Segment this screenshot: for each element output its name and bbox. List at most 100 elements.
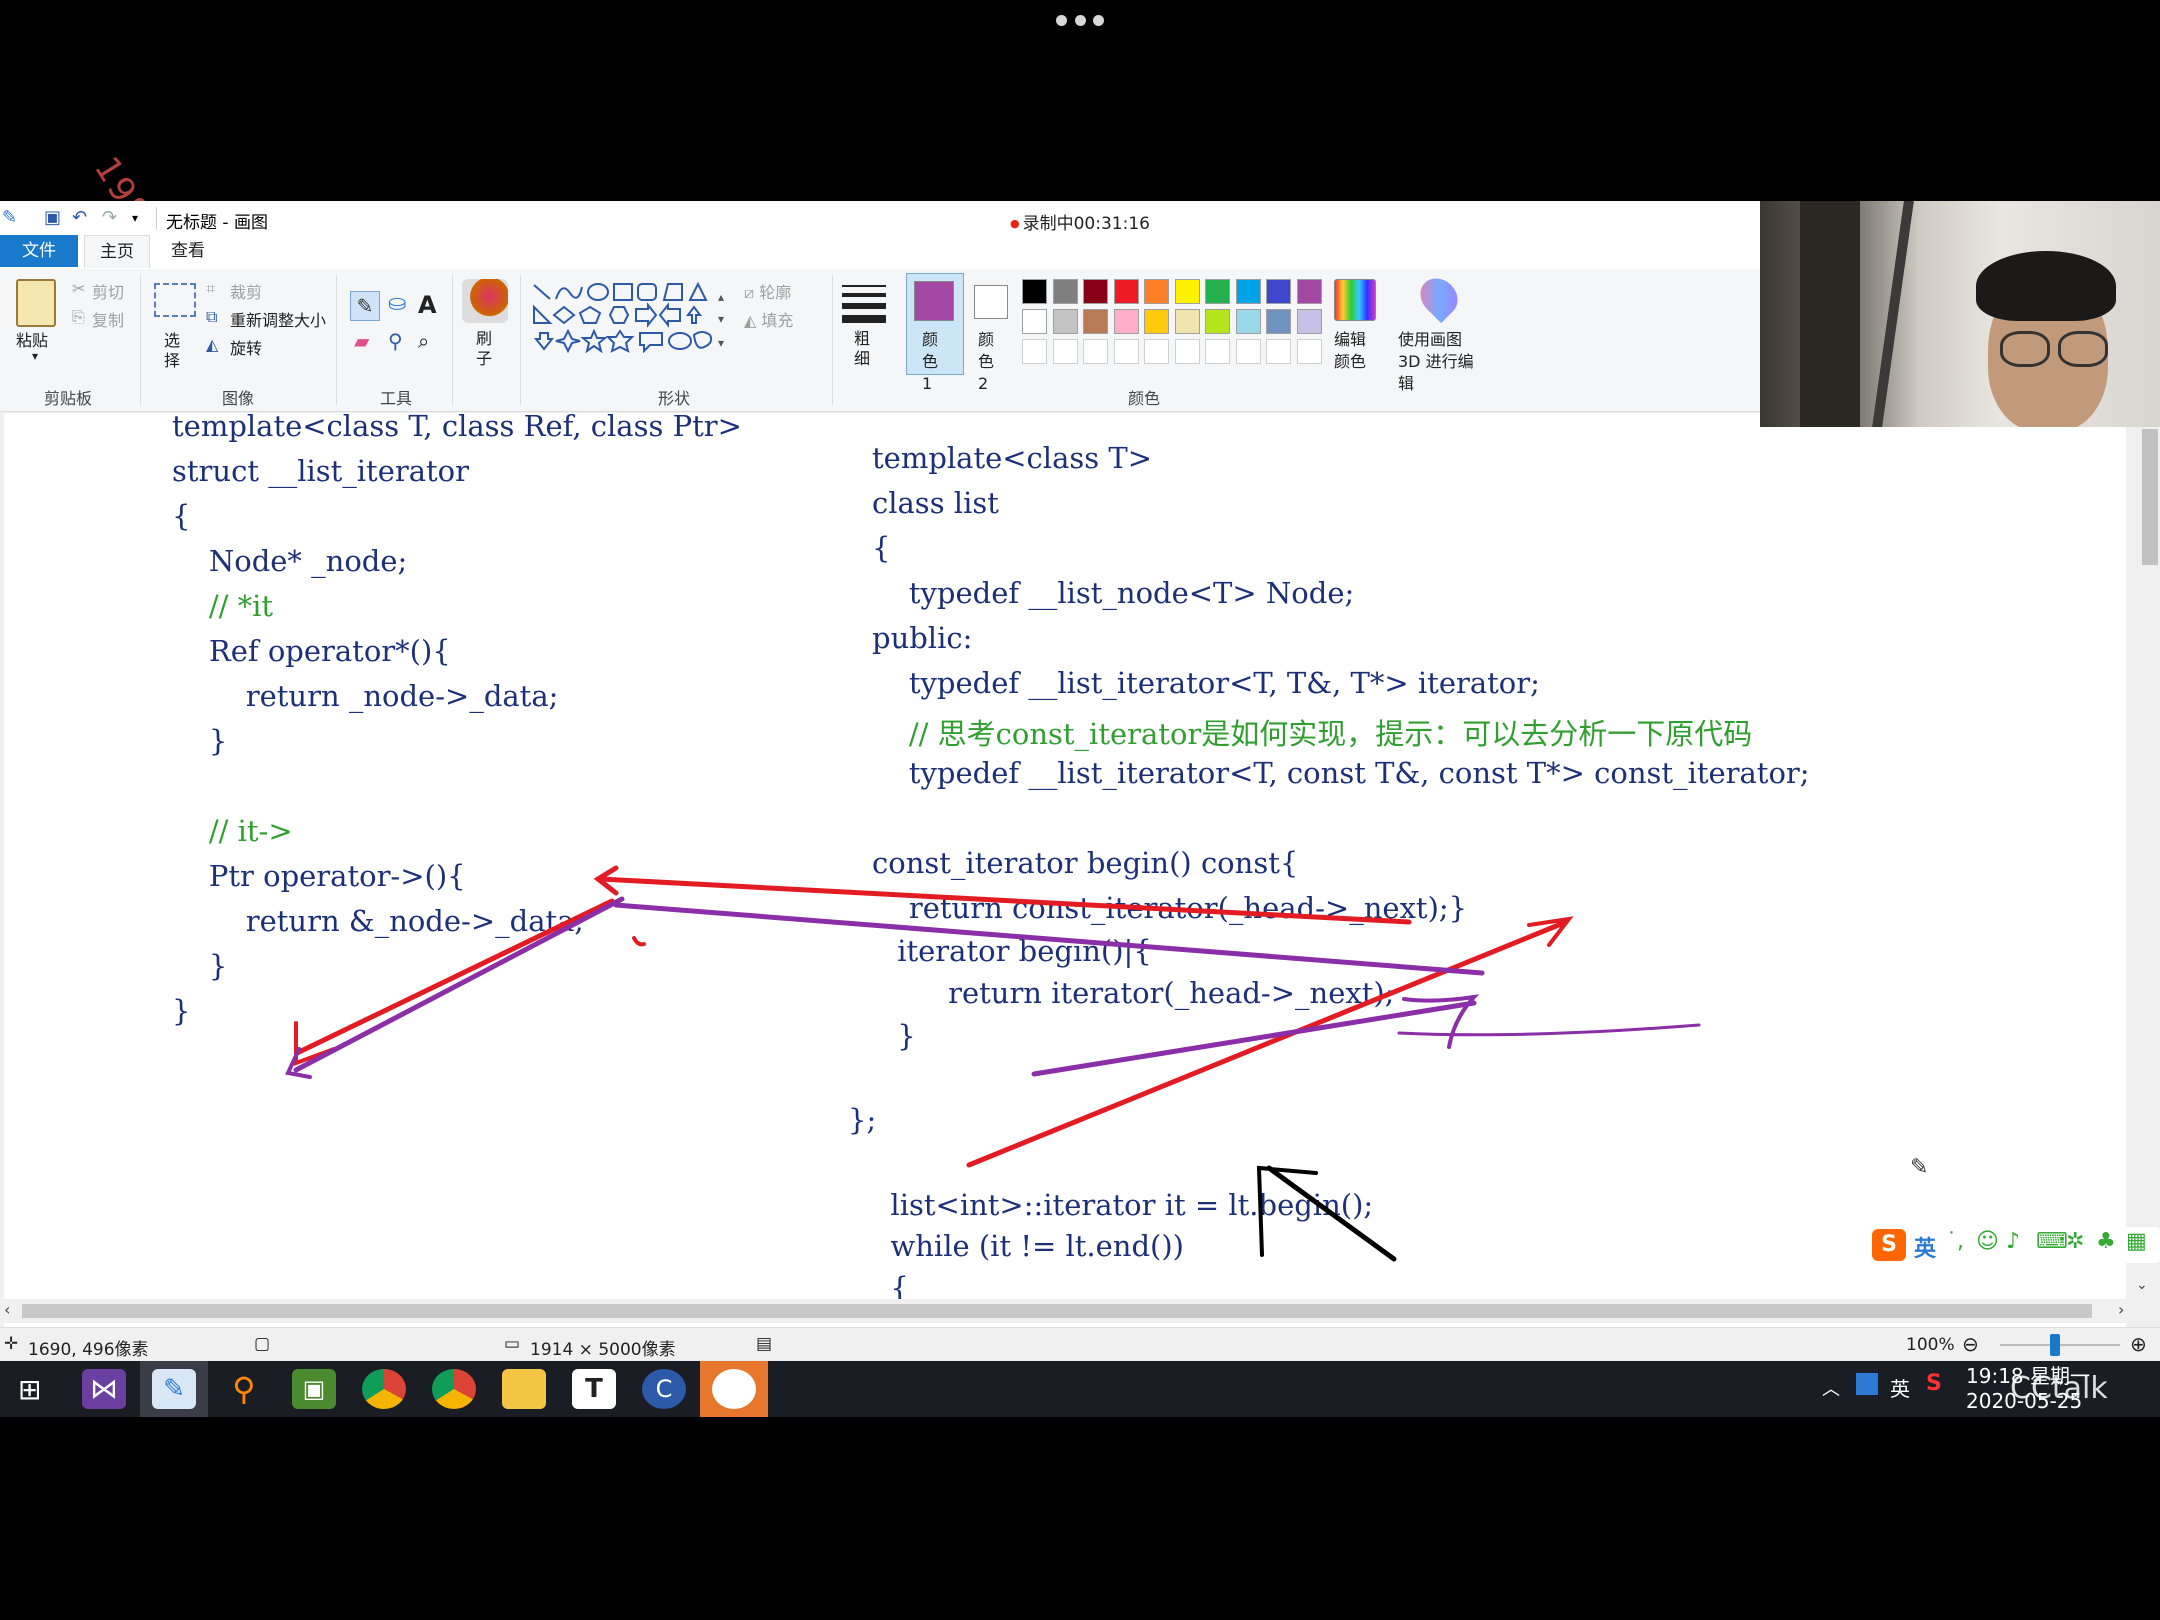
- custom-color-slot[interactable]: [1052, 339, 1078, 364]
- shapes-gallery[interactable]: ▴ ▾ ▾: [530, 281, 730, 353]
- copy-button[interactable]: 复制: [92, 307, 124, 331]
- palette-swatch[interactable]: [1266, 309, 1291, 334]
- ime-punct-icon[interactable]: ˙,: [1946, 1229, 1964, 1254]
- palette-swatch[interactable]: [1296, 279, 1322, 304]
- select-icon[interactable]: [154, 283, 196, 317]
- custom-color-slot[interactable]: [1022, 339, 1047, 364]
- zoom-out-icon[interactable]: ⊖: [1962, 1332, 1979, 1356]
- palette-swatch[interactable]: [1174, 309, 1200, 334]
- ime-menu-icon[interactable]: ▦: [2126, 1229, 2147, 1254]
- color2-swatch[interactable]: [974, 285, 1008, 319]
- cut-icon[interactable]: ✂: [72, 279, 85, 298]
- cctalk-taskbar-icon[interactable]: [712, 1369, 756, 1409]
- custom-color-slot[interactable]: [1174, 339, 1200, 364]
- copy-icon[interactable]: ⎘: [72, 307, 85, 327]
- app-c-icon[interactable]: C: [642, 1369, 686, 1409]
- outline-button[interactable]: ⧄ 轮廓: [744, 279, 791, 303]
- ime-emoji-icon[interactable]: ☺: [1976, 1229, 1999, 1254]
- ime-voice-icon[interactable]: ♪: [2006, 1229, 2020, 1254]
- paste-dropdown-icon[interactable]: ▾: [32, 349, 38, 363]
- palette-swatch[interactable]: [1235, 309, 1261, 334]
- palette-swatch[interactable]: [1235, 279, 1261, 304]
- cut-button[interactable]: 剪切: [92, 279, 124, 303]
- palette-swatch[interactable]: [1296, 309, 1322, 334]
- undo-icon[interactable]: ↶: [72, 207, 87, 228]
- eraser-icon[interactable]: ▰: [354, 329, 369, 353]
- ime-skin-icon[interactable]: ♣: [2096, 1229, 2116, 1254]
- tray-sogou-icon[interactable]: S: [1926, 1371, 1942, 1396]
- edit-colors-icon[interactable]: [1334, 279, 1376, 321]
- palette-swatch[interactable]: [1113, 279, 1139, 304]
- paint3d-icon[interactable]: [1412, 270, 1466, 324]
- palette-swatch[interactable]: [1205, 309, 1230, 334]
- resize-button[interactable]: 重新调整大小: [230, 307, 326, 331]
- chrome-icon-2[interactable]: [432, 1369, 476, 1409]
- crop-icon[interactable]: ⌗: [206, 279, 215, 299]
- paste-button[interactable]: 粘贴: [16, 327, 48, 351]
- horizontal-scroll-thumb[interactable]: [22, 1304, 2092, 1318]
- custom-color-slot[interactable]: [1205, 339, 1230, 364]
- fill-icon[interactable]: ⛀: [388, 291, 406, 316]
- edit-colors-button[interactable]: 编辑颜色: [1334, 329, 1374, 373]
- typora-icon[interactable]: T: [572, 1369, 616, 1409]
- palette-swatch[interactable]: [1022, 279, 1047, 304]
- palette-swatch[interactable]: [1052, 309, 1078, 334]
- size-button[interactable]: 粗细: [854, 329, 874, 369]
- scroll-left-icon[interactable]: ‹: [4, 1300, 10, 1319]
- redo-icon[interactable]: ↷: [102, 207, 117, 228]
- palette-swatch[interactable]: [1083, 309, 1108, 334]
- drawing-canvas[interactable]: template<class T, class Ref, class Ptr> s…: [4, 413, 2126, 1333]
- paint-taskbar-icon[interactable]: ✎: [152, 1369, 196, 1409]
- custom-color-slot[interactable]: [1144, 339, 1169, 364]
- ime-keyboard-icon[interactable]: ⌨: [2036, 1229, 2068, 1254]
- tab-home[interactable]: 主页: [84, 235, 150, 268]
- paste-icon[interactable]: [16, 279, 56, 327]
- tab-file[interactable]: 文件: [0, 235, 78, 267]
- color-picker-icon[interactable]: ⚲: [388, 329, 403, 353]
- chevron-down-icon[interactable]: ⌄: [2136, 1277, 2148, 1293]
- window-menu-dots[interactable]: [1056, 12, 1104, 28]
- chrome-icon[interactable]: [362, 1369, 406, 1409]
- custom-color-slot[interactable]: [1083, 339, 1108, 364]
- tray-chevron-up-icon[interactable]: ︿: [1822, 1375, 1840, 1401]
- horizontal-scrollbar[interactable]: ‹ ›: [0, 1299, 2140, 1323]
- palette-swatch[interactable]: [1205, 279, 1230, 304]
- magnifier-icon[interactable]: ⌕: [418, 329, 429, 353]
- resize-icon[interactable]: ⧉: [206, 307, 217, 327]
- fill-button[interactable]: ◭ 填充: [744, 307, 793, 331]
- media-app-icon[interactable]: ▣: [292, 1369, 336, 1409]
- select-button[interactable]: 选择: [164, 331, 184, 371]
- palette-swatch[interactable]: [1266, 279, 1291, 304]
- text-icon[interactable]: A: [418, 291, 437, 319]
- zoom-slider-thumb[interactable]: [2050, 1334, 2060, 1356]
- color1-swatch[interactable]: [914, 281, 954, 321]
- crop-button[interactable]: 裁剪: [230, 279, 262, 303]
- palette-swatch[interactable]: [1083, 279, 1108, 304]
- zoom-in-icon[interactable]: ⊕: [2130, 1332, 2147, 1356]
- rotate-button[interactable]: 旋转: [230, 335, 262, 359]
- customize-qa-icon[interactable]: ▾: [132, 211, 138, 225]
- tab-view[interactable]: 查看: [156, 235, 220, 267]
- windows-start-icon[interactable]: ⊞: [18, 1373, 41, 1406]
- custom-color-slot[interactable]: [1296, 339, 1322, 364]
- search-icon[interactable]: ⚲: [222, 1369, 266, 1409]
- pencil-icon[interactable]: ✎: [350, 291, 380, 321]
- scroll-right-icon[interactable]: ›: [2118, 1300, 2124, 1319]
- file-explorer-icon[interactable]: [502, 1369, 546, 1409]
- custom-color-slot[interactable]: [1113, 339, 1139, 364]
- tray-app-icon[interactable]: [1856, 1373, 1878, 1395]
- palette-swatch[interactable]: [1144, 279, 1169, 304]
- brush-icon[interactable]: [462, 279, 508, 323]
- vertical-scroll-thumb[interactable]: [2142, 429, 2158, 565]
- palette-swatch[interactable]: [1144, 309, 1169, 334]
- custom-color-slot[interactable]: [1266, 339, 1291, 364]
- rotate-icon[interactable]: ◭: [206, 335, 218, 354]
- visual-studio-icon[interactable]: ⋈: [82, 1369, 126, 1409]
- ime-toolbar[interactable]: S 英 ˙, ☺ ♪ ⌨ ✲ ♣ ▦: [1870, 1227, 2160, 1263]
- brush-button[interactable]: 刷子: [476, 329, 496, 369]
- ime-settings-icon[interactable]: ✲: [2066, 1229, 2084, 1254]
- palette-swatch[interactable]: [1052, 279, 1078, 304]
- custom-color-slot[interactable]: [1235, 339, 1261, 364]
- tray-ime-label[interactable]: 英: [1890, 1373, 1910, 1402]
- paint3d-button[interactable]: 使用画图 3D 进行编辑: [1398, 329, 1484, 395]
